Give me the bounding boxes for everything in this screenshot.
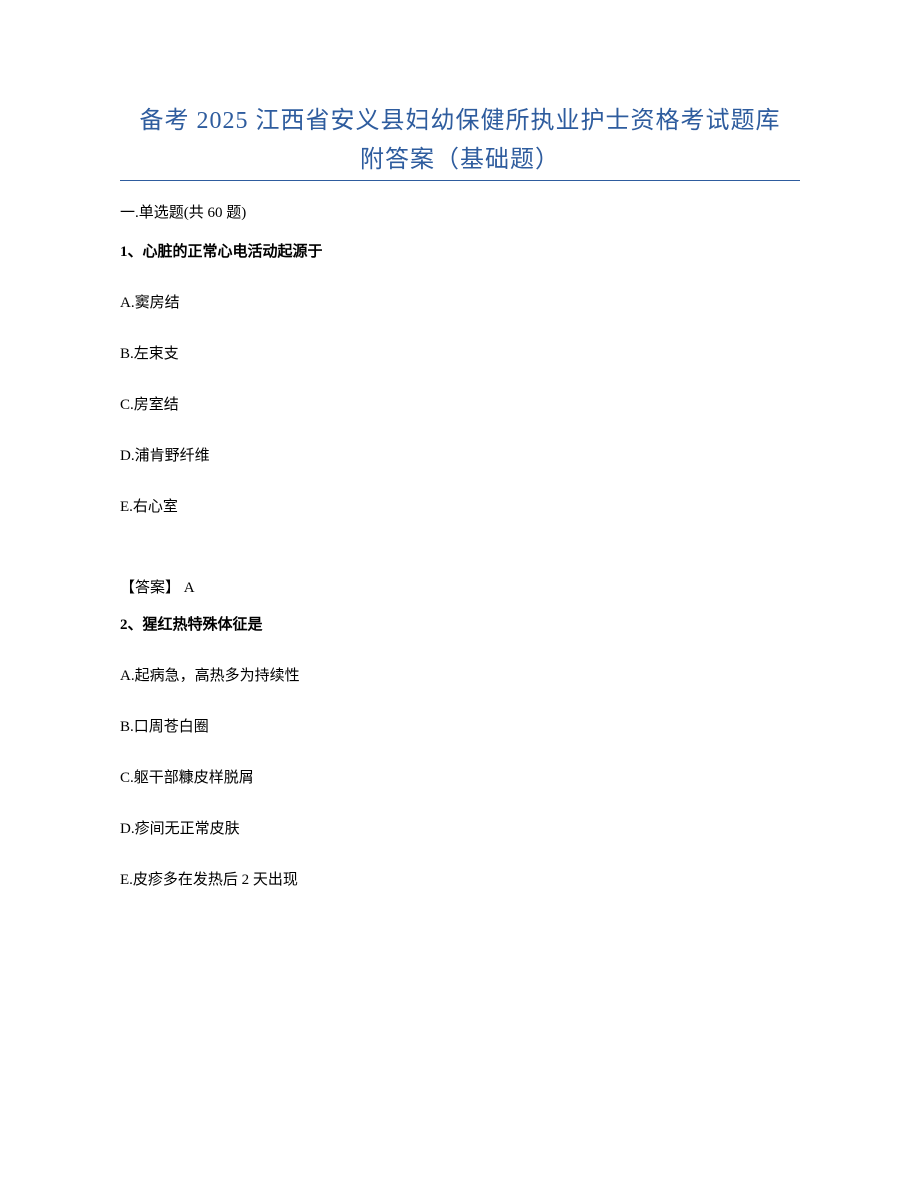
question-1-block: 1、心脏的正常心电活动起源于 A.窦房结 B.左束支 C.房室结 D.浦肯野纤维… — [120, 240, 800, 597]
question-2-option-b: B.口周苍白圈 — [120, 715, 800, 736]
question-1-option-a: A.窦房结 — [120, 291, 800, 312]
question-2-block: 2、猩红热特殊体征是 A.起病急，高热多为持续性 B.口周苍白圈 C.躯干部糠皮… — [120, 613, 800, 889]
question-2-option-e: E.皮疹多在发热后 2 天出现 — [120, 868, 800, 889]
question-1-option-c: C.房室结 — [120, 393, 800, 414]
question-2-option-a: A.起病急，高热多为持续性 — [120, 664, 800, 685]
question-2-stem: 2、猩红热特殊体征是 — [120, 613, 800, 634]
section-header: 一.单选题(共 60 题) — [120, 201, 800, 222]
question-1-stem: 1、心脏的正常心电活动起源于 — [120, 240, 800, 261]
question-1-option-e: E.右心室 — [120, 495, 800, 516]
question-1-option-d: D.浦肯野纤维 — [120, 444, 800, 465]
document-title-line1: 备考 2025 江西省安义县妇幼保健所执业护士资格考试题库 — [120, 100, 800, 135]
document-title-line2: 附答案（基础题） — [120, 139, 800, 181]
question-2-option-c: C.躯干部糠皮样脱屑 — [120, 766, 800, 787]
question-1-answer: 【答案】 A — [120, 576, 800, 597]
question-1-option-b: B.左束支 — [120, 342, 800, 363]
question-2-option-d: D.疹间无正常皮肤 — [120, 817, 800, 838]
